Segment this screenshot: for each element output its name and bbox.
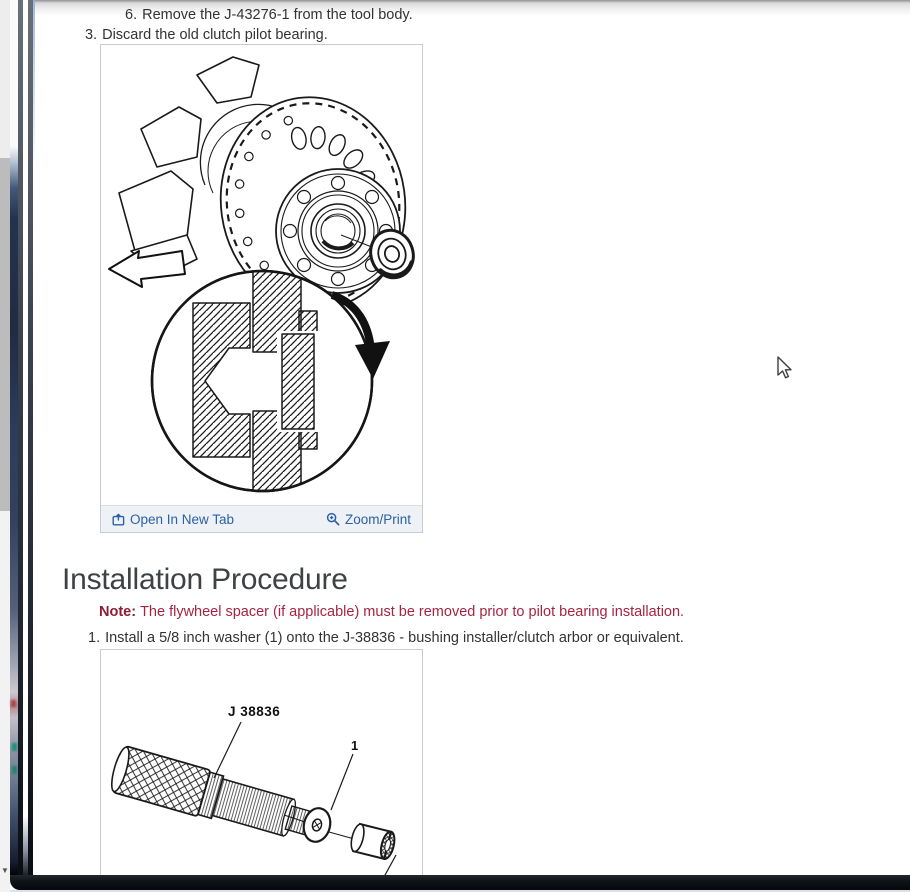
open-in-new-tab-label: Open In New Tab [130, 511, 235, 527]
panel-left-highlight [33, 0, 35, 170]
removal-step-6: 6. Remove the J-43276-1 from the tool bod… [125, 7, 413, 24]
magnifier-plus-icon [326, 512, 340, 526]
note-label: Note: [99, 604, 137, 620]
page: ▼ 6. Remove the J-43276-1 from the tool b… [0, 0, 910, 892]
step-text: Remove the J-43276-1 from the tool body. [142, 7, 413, 23]
zoom-print-link[interactable]: Zoom/Print [326, 512, 411, 527]
background-scrollbar-track-lower[interactable] [0, 511, 10, 892]
step-number: 3. [85, 27, 98, 43]
open-in-new-tab-icon [112, 513, 125, 525]
bushing-installer-illustration: J 38836 1 [110, 704, 397, 877]
background-photo-teal-blur [12, 743, 17, 751]
direction-arrow-left [108, 250, 186, 288]
figure-toolbar: Open In New Tab Zoom/Print [101, 505, 422, 532]
callout-1-label: 1 [351, 738, 358, 753]
zoom-print-label: Zoom/Print [344, 511, 411, 527]
open-in-new-tab-link[interactable]: Open In New Tab [112, 512, 234, 527]
step-text: Discard the old clutch pilot bearing. [102, 27, 328, 43]
background-scrollbar-thumb[interactable] [0, 158, 10, 511]
figure-bushing-installer: J 38836 1 [100, 649, 423, 878]
figure-pilot-bearing-removal: Open In New Tab Zoom/Print [100, 44, 423, 533]
scrollbar-down-arrow-icon: ▼ [1, 865, 9, 875]
removal-step-3: 3. Discard the old clutch pilot bearing. [85, 27, 328, 44]
note-text: The flywheel spacer (if applicable) must… [140, 604, 685, 620]
section-heading: Installation Procedure [62, 563, 348, 596]
viewer-bottom-frame [10, 875, 910, 890]
content-panel: 6. Remove the J-43276-1 from the tool bod… [33, 0, 910, 878]
step-text: Install a 5/8 inch washer (1) onto the J… [105, 630, 684, 646]
note-line: Note: The flywheel spacer (if applicable)… [99, 604, 684, 620]
tool-label: J 38836 [228, 704, 280, 719]
step-number: 1. [88, 630, 101, 646]
background-photo-red-blur [11, 700, 16, 707]
pilot-bearing-removal-illustration [108, 56, 415, 493]
step-number: 6. [125, 7, 138, 23]
background-photo-teal-blur [12, 766, 17, 774]
install-step-1: 1. Install a 5/8 inch washer (1) onto the… [88, 630, 684, 647]
scrollbar-down-button[interactable]: ▼ [0, 860, 10, 880]
